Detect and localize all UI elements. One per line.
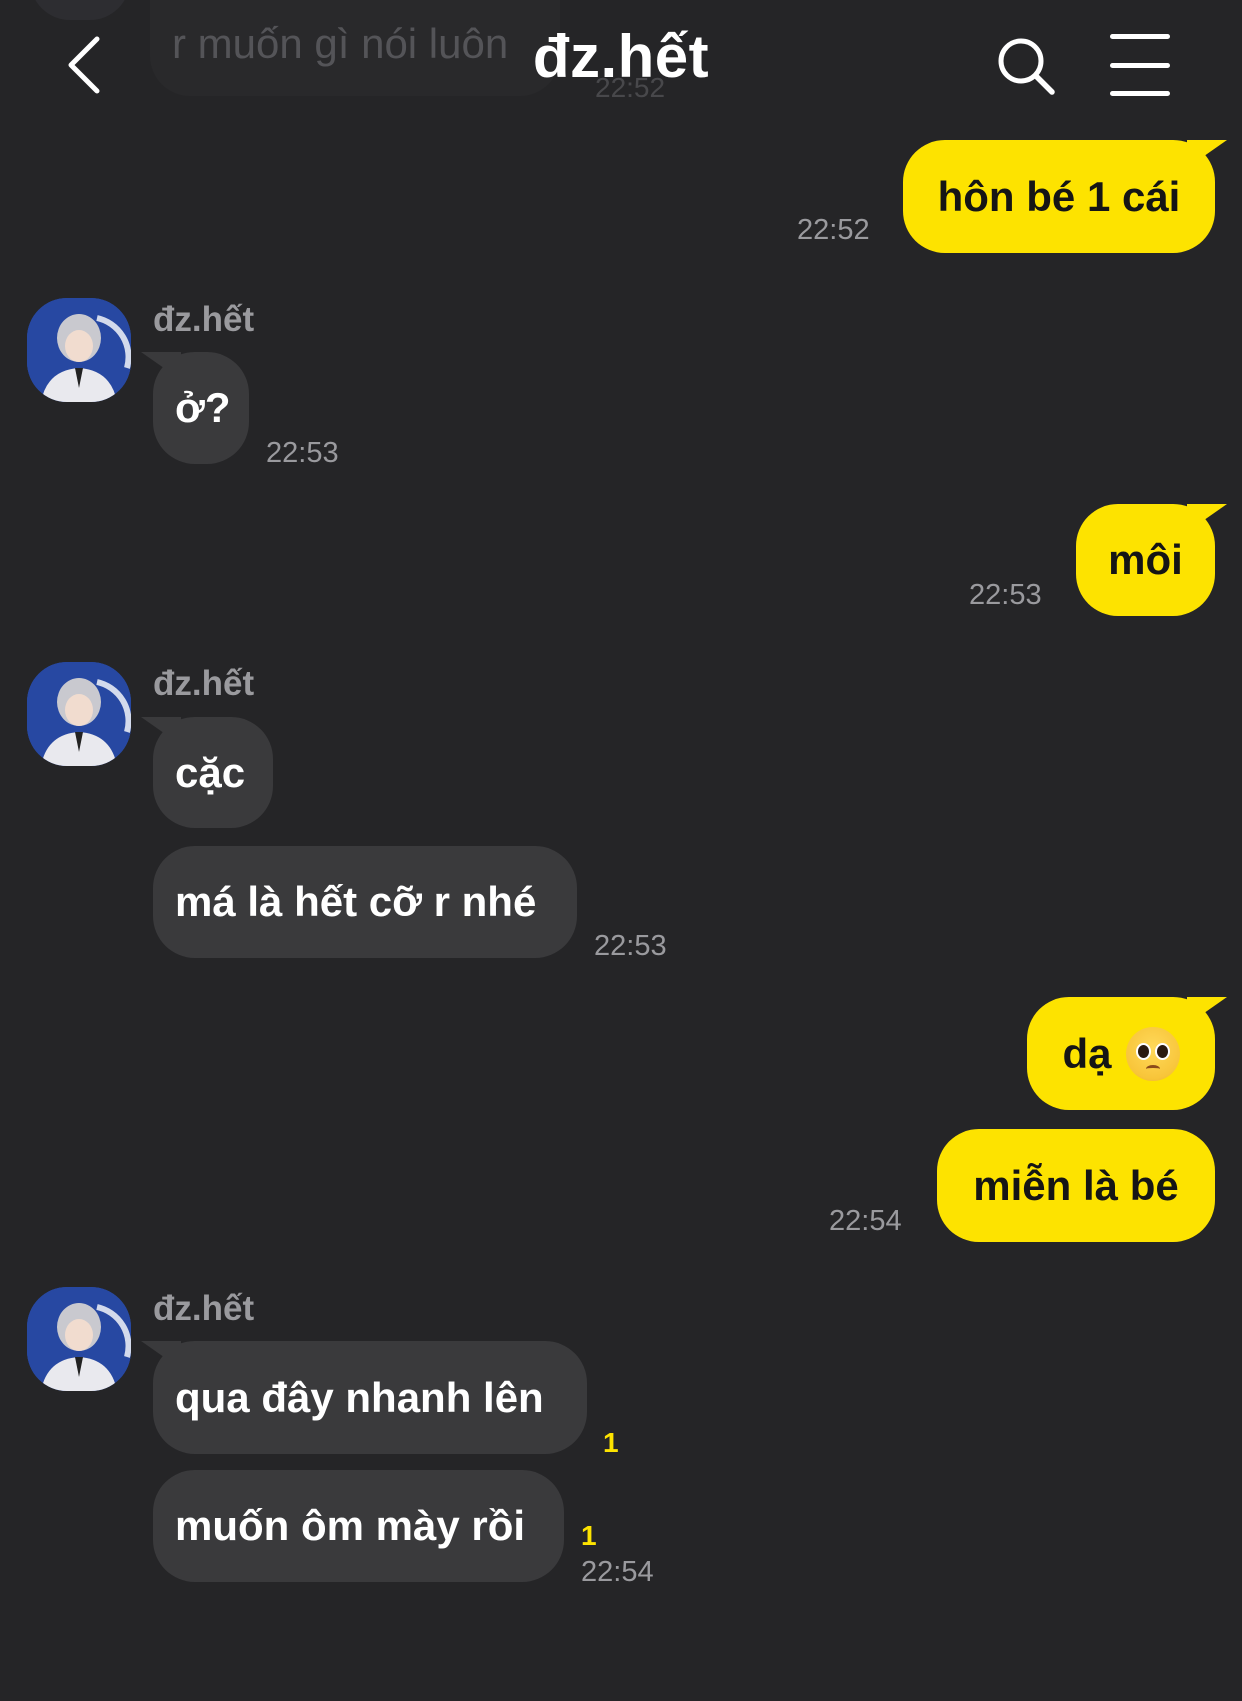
hamburger-menu-icon bbox=[1110, 34, 1170, 39]
message-time: 22:54 bbox=[581, 1556, 654, 1588]
their-message-bubble[interactable]: ở? bbox=[141, 352, 249, 464]
their-message-bubble[interactable]: cặc bbox=[141, 717, 273, 828]
bubble-tail bbox=[141, 717, 181, 745]
message-time: 22:52 bbox=[797, 214, 870, 246]
pleading-face-emoji-icon bbox=[1125, 1026, 1180, 1081]
message-text: ở? bbox=[175, 384, 231, 431]
message-text: má là hết cỡ r nhé bbox=[175, 878, 537, 925]
message-text: miễn là bé bbox=[973, 1161, 1179, 1209]
sender-name: đz.hết bbox=[153, 300, 255, 339]
their-message-bubble[interactable]: muốn ôm mày rồi bbox=[153, 1470, 564, 1582]
sender-name: đz.hết bbox=[153, 1289, 255, 1328]
bubble-tail bbox=[1187, 504, 1227, 532]
avatar-photo bbox=[27, 1287, 131, 1391]
chat-header: r muốn gì nói luôn 22:52 đz.hết bbox=[0, 0, 1242, 120]
my-message-bubble[interactable]: hôn bé 1 cái bbox=[903, 140, 1227, 253]
avatar-photo bbox=[27, 298, 131, 402]
avatar-photo bbox=[27, 662, 131, 766]
message-time: 22:54 bbox=[829, 1205, 902, 1237]
bubble-tail bbox=[1187, 140, 1227, 168]
their-message-bubble[interactable]: qua đây nhanh lên bbox=[141, 1341, 587, 1454]
my-message-bubble[interactable]: dạ bbox=[1027, 997, 1227, 1110]
unread-count: 1 bbox=[581, 1520, 597, 1551]
contact-avatar[interactable] bbox=[27, 1287, 131, 1391]
previous-avatar-fragment bbox=[30, 0, 130, 20]
hamburger-menu-icon-line bbox=[1110, 91, 1170, 96]
contact-avatar[interactable] bbox=[27, 298, 131, 402]
bubble-tail bbox=[141, 1341, 181, 1369]
contact-avatar[interactable] bbox=[27, 662, 131, 766]
my-message-bubble[interactable]: miễn là bé bbox=[937, 1129, 1215, 1242]
message-text: môi bbox=[1108, 536, 1183, 583]
message-time: 22:53 bbox=[969, 579, 1042, 611]
search-icon bbox=[998, 38, 1055, 95]
search-button[interactable] bbox=[992, 32, 1062, 102]
message-text: qua đây nhanh lên bbox=[175, 1373, 544, 1421]
bubble-tail bbox=[141, 352, 181, 380]
bubble-tail bbox=[1187, 997, 1227, 1025]
message-text: hôn bé 1 cái bbox=[937, 172, 1181, 220]
unread-count: 1 bbox=[603, 1427, 619, 1458]
message-text: muốn ôm mày rồi bbox=[175, 1502, 526, 1549]
menu-button[interactable] bbox=[1110, 34, 1182, 96]
message-text: cặc bbox=[175, 748, 246, 796]
my-message-bubble[interactable]: môi bbox=[1076, 504, 1227, 616]
hamburger-menu-icon-line bbox=[1110, 62, 1170, 68]
their-message-bubble[interactable]: má là hết cỡ r nhé bbox=[153, 846, 577, 958]
message-time: 22:53 bbox=[594, 930, 667, 962]
message-text: dạ bbox=[1062, 1029, 1112, 1077]
sender-name: đz.hết bbox=[153, 664, 255, 703]
message-time: 22:53 bbox=[266, 437, 339, 469]
